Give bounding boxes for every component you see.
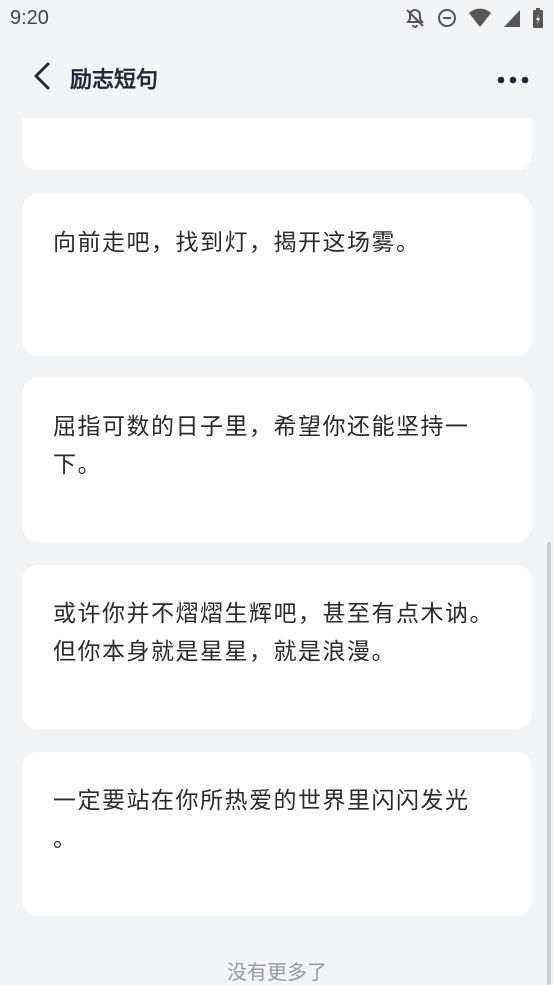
- quote-list[interactable]: 向前走吧，找到灯，揭开这场雾。 屈指可数的日子里，希望你还能坚持一下。 或许你并…: [0, 118, 554, 985]
- back-arrow-icon: [33, 61, 51, 95]
- notifications-off-icon: [404, 7, 426, 29]
- quote-card[interactable]: 屈指可数的日子里，希望你还能坚持一下。: [22, 378, 532, 542]
- quote-text: 或许你并不熠熠生辉吧，甚至有点木讷。但你本身就是星星，就是浪漫。: [53, 601, 494, 665]
- back-button[interactable]: [28, 62, 56, 94]
- scrollbar[interactable]: [547, 542, 551, 985]
- do-not-disturb-icon: [436, 7, 458, 29]
- signal-icon: [502, 7, 522, 29]
- quote-card[interactable]: 或许你并不熠熠生辉吧，甚至有点木讷。但你本身就是星星，就是浪漫。: [22, 565, 532, 729]
- quote-text: 一定要站在你所热爱的世界里闪闪发光 。: [53, 788, 470, 852]
- quote-card[interactable]: 一定要站在你所热爱的世界里闪闪发光 。: [22, 752, 532, 916]
- quote-card[interactable]: [22, 118, 532, 170]
- status-icons: [404, 7, 544, 29]
- wifi-icon: [468, 7, 492, 29]
- status-time: 9:20: [10, 7, 49, 29]
- page-title: 励志短句: [70, 68, 159, 93]
- battery-icon: [532, 7, 544, 29]
- app-bar: 励志短句: [0, 38, 554, 118]
- quote-text: 屈指可数的日子里，希望你还能坚持一下。: [53, 414, 470, 478]
- status-bar: 9:20: [0, 0, 554, 38]
- quote-text: 向前走吧，找到灯，揭开这场雾。: [53, 230, 421, 256]
- more-button[interactable]: [496, 64, 530, 92]
- more-dots-icon: [497, 69, 529, 88]
- quote-card[interactable]: 向前走吧，找到灯，揭开这场雾。: [22, 194, 532, 356]
- list-end-text: 没有更多了: [227, 960, 327, 984]
